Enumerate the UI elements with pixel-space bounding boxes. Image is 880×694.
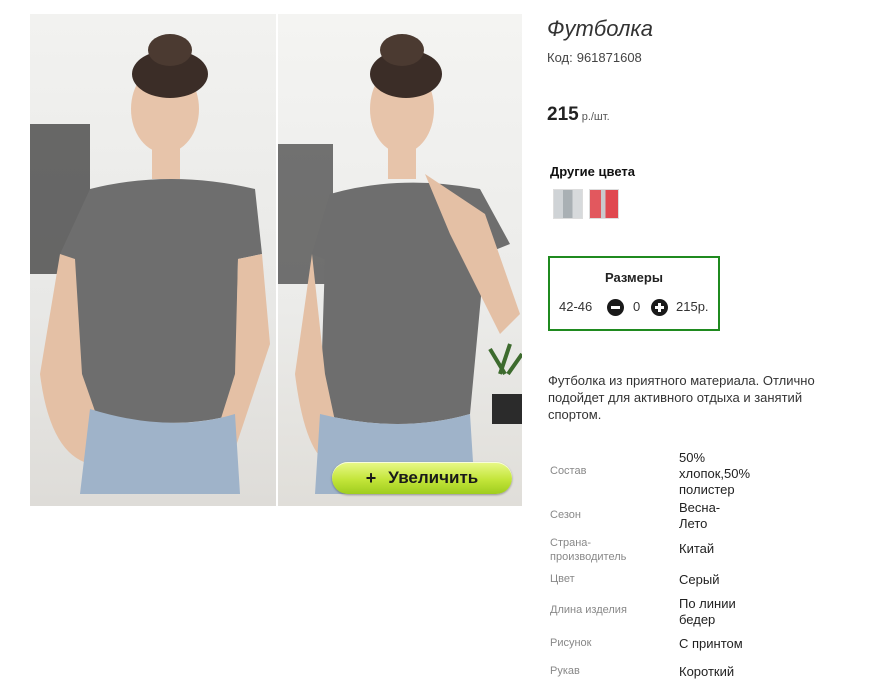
color-swatch-gray[interactable] xyxy=(553,189,583,219)
property-value: 50% хлопок,50% полистер xyxy=(679,450,751,497)
property-value: Весна-Лето xyxy=(679,500,721,531)
property-value: По линии бедер xyxy=(679,596,736,627)
product-description: Футболка из приятного материала. Отлично… xyxy=(548,373,815,422)
price-unit: р./шт. xyxy=(581,111,610,123)
size-row: 42-46 0 215р. xyxy=(550,298,718,318)
plus-icon: + xyxy=(365,467,377,488)
property-key: Длина изделия xyxy=(550,604,627,616)
zoom-button[interactable]: + Увеличить xyxy=(332,462,512,494)
product-code: Код: 961871608 xyxy=(547,50,642,65)
property-value: Серый xyxy=(679,572,720,587)
price-value: 215 xyxy=(547,104,579,125)
property-key: Сезон xyxy=(550,509,581,521)
property-key: Рукав xyxy=(550,665,580,677)
property-value: Короткий xyxy=(679,664,735,679)
product-code-label: Код: xyxy=(547,50,573,65)
product-price: 215 р./шт. xyxy=(547,104,610,126)
sizes-header: Размеры xyxy=(605,270,663,285)
property-value: С принтом xyxy=(679,636,743,651)
sizes-panel: Размеры 42-46 0 215р. xyxy=(548,256,720,331)
property-value: Китай xyxy=(679,541,715,556)
product-photo[interactable]: + Увеличить xyxy=(30,14,522,506)
size-total: 215р. xyxy=(676,299,709,314)
product-code-value: 961871608 xyxy=(576,50,642,65)
other-colors-heading: Другие цвета xyxy=(550,164,635,179)
property-key: Рисунок xyxy=(550,637,592,649)
product-title: Футболка xyxy=(547,16,653,41)
property-key: Состав xyxy=(550,465,587,477)
property-key: Цвет xyxy=(550,573,575,585)
model-illustration xyxy=(30,34,522,494)
increase-quantity-icon[interactable] xyxy=(651,299,668,316)
decrease-quantity-icon[interactable] xyxy=(607,299,624,316)
property-key: Страна-производитель xyxy=(550,537,627,563)
zoom-button-label: Увеличить xyxy=(388,468,479,487)
size-quantity: 0 xyxy=(633,299,641,314)
color-swatch-red[interactable] xyxy=(589,189,619,219)
size-label: 42-46 xyxy=(559,299,593,314)
